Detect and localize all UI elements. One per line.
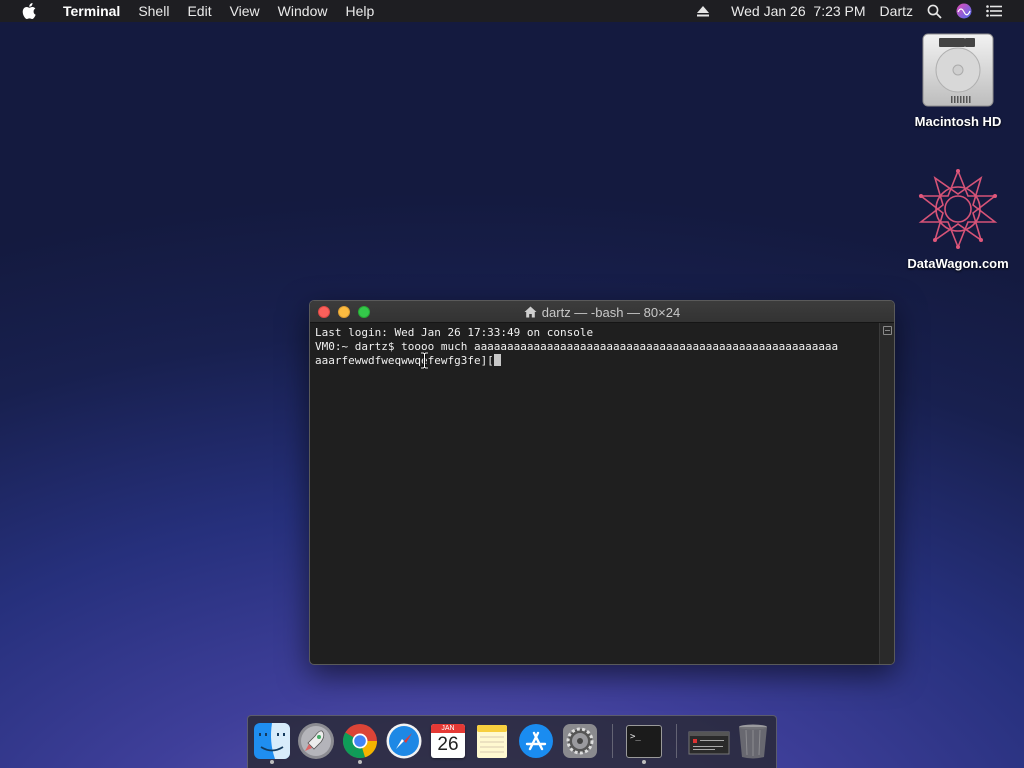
menu-shell[interactable]: Shell	[129, 0, 178, 22]
menu-view[interactable]: View	[221, 0, 269, 22]
home-folder-icon	[524, 306, 537, 318]
menu-bar: Terminal Shell Edit View Window Help Wed…	[0, 0, 1024, 22]
running-indicator	[358, 760, 362, 764]
ibeam-cursor-icon	[420, 351, 429, 370]
text-cursor	[493, 354, 501, 366]
dock-item-calendar[interactable]: JAN 26	[429, 722, 467, 760]
running-indicator	[270, 760, 274, 764]
dock-item-launchpad[interactable]	[297, 722, 335, 760]
menu-window[interactable]: Window	[269, 0, 337, 22]
dock-item-app-store[interactable]	[517, 722, 555, 760]
app-store-icon	[519, 724, 553, 758]
dock-item-minimized-window[interactable]	[688, 722, 730, 760]
desktop-icon-datawagon[interactable]: DataWagon.com	[903, 168, 1013, 271]
window-controls	[318, 305, 378, 318]
gear-icon	[563, 724, 597, 758]
safari-compass-icon	[386, 723, 422, 759]
dock-separator	[612, 724, 613, 758]
dock-item-safari[interactable]	[385, 722, 423, 760]
dock: JAN 26 >_	[247, 715, 777, 768]
calendar-day: 26	[437, 734, 459, 755]
menu-terminal[interactable]: Terminal	[54, 0, 129, 22]
calendar-month: JAN	[431, 724, 465, 733]
dock-separator	[676, 724, 677, 758]
terminal-line: Last login: Wed Jan 26 17:33:49 on conso…	[315, 326, 594, 339]
terminal-text-area[interactable]: Last login: Wed Jan 26 17:33:49 on conso…	[310, 323, 880, 664]
terminal-line-current: aaarfewwdfweqwwqefewfg3fe][	[315, 354, 880, 368]
chrome-icon	[342, 724, 378, 759]
dock-item-system-preferences[interactable]	[561, 722, 599, 760]
zoom-button[interactable]	[358, 305, 370, 318]
dock-item-trash[interactable]	[734, 722, 772, 760]
apple-logo-icon[interactable]	[18, 0, 40, 22]
menu-user[interactable]: Dartz	[880, 3, 913, 19]
calendar-icon: JAN 26	[431, 724, 465, 758]
siri-icon[interactable]	[956, 3, 972, 19]
terminal-input-text: aaarfewwdfweqwwqefewfg3fe][	[315, 354, 494, 367]
desktop-icon-macintosh-hd[interactable]: Macintosh HD	[903, 32, 1013, 129]
terminal-window[interactable]: dartz — -bash — 80×24 Last login: Wed Ja…	[309, 300, 895, 665]
notes-icon	[477, 725, 507, 758]
split-pane-icon[interactable]	[883, 326, 892, 335]
menu-clock[interactable]: Wed Jan 26 7:23 PM	[731, 3, 865, 19]
finder-icon	[254, 723, 290, 759]
launchpad-rocket-icon	[298, 723, 334, 759]
menu-bar-extras: Wed Jan 26 7:23 PM Dartz	[697, 0, 1024, 22]
dock-item-chrome[interactable]	[341, 722, 379, 764]
hard-drive-icon	[921, 32, 995, 108]
running-indicator	[642, 760, 646, 764]
menu-help[interactable]: Help	[336, 0, 383, 22]
menu-edit[interactable]: Edit	[178, 0, 220, 22]
terminal-icon: >_	[626, 725, 662, 758]
terminal-titlebar[interactable]: dartz — -bash — 80×24	[310, 301, 894, 323]
minimize-button[interactable]	[338, 305, 350, 318]
desktop-icon-label: Macintosh HD	[914, 114, 1002, 129]
window-title: dartz — -bash — 80×24	[310, 301, 894, 323]
dock-item-finder[interactable]	[253, 722, 291, 764]
minimized-window-icon	[688, 731, 730, 755]
notification-center-icon[interactable]	[986, 5, 1002, 17]
close-button[interactable]	[318, 305, 330, 318]
terminal-prompt-glyph: >_	[630, 732, 641, 742]
window-title-text: dartz — -bash — 80×24	[541, 304, 681, 320]
datawagon-logo-icon	[915, 168, 1001, 250]
search-icon[interactable]	[927, 4, 942, 19]
dock-item-terminal[interactable]: >_	[625, 722, 663, 764]
dock-item-notes[interactable]	[473, 722, 511, 760]
trash-icon	[739, 724, 767, 759]
eject-icon[interactable]	[697, 5, 710, 17]
desktop-icon-label: DataWagon.com	[907, 256, 1009, 271]
terminal-scrollbar[interactable]	[879, 323, 894, 664]
terminal-line: VM0:~ dartz$ toooo much aaaaaaaaaaaaaaaa…	[315, 340, 839, 353]
